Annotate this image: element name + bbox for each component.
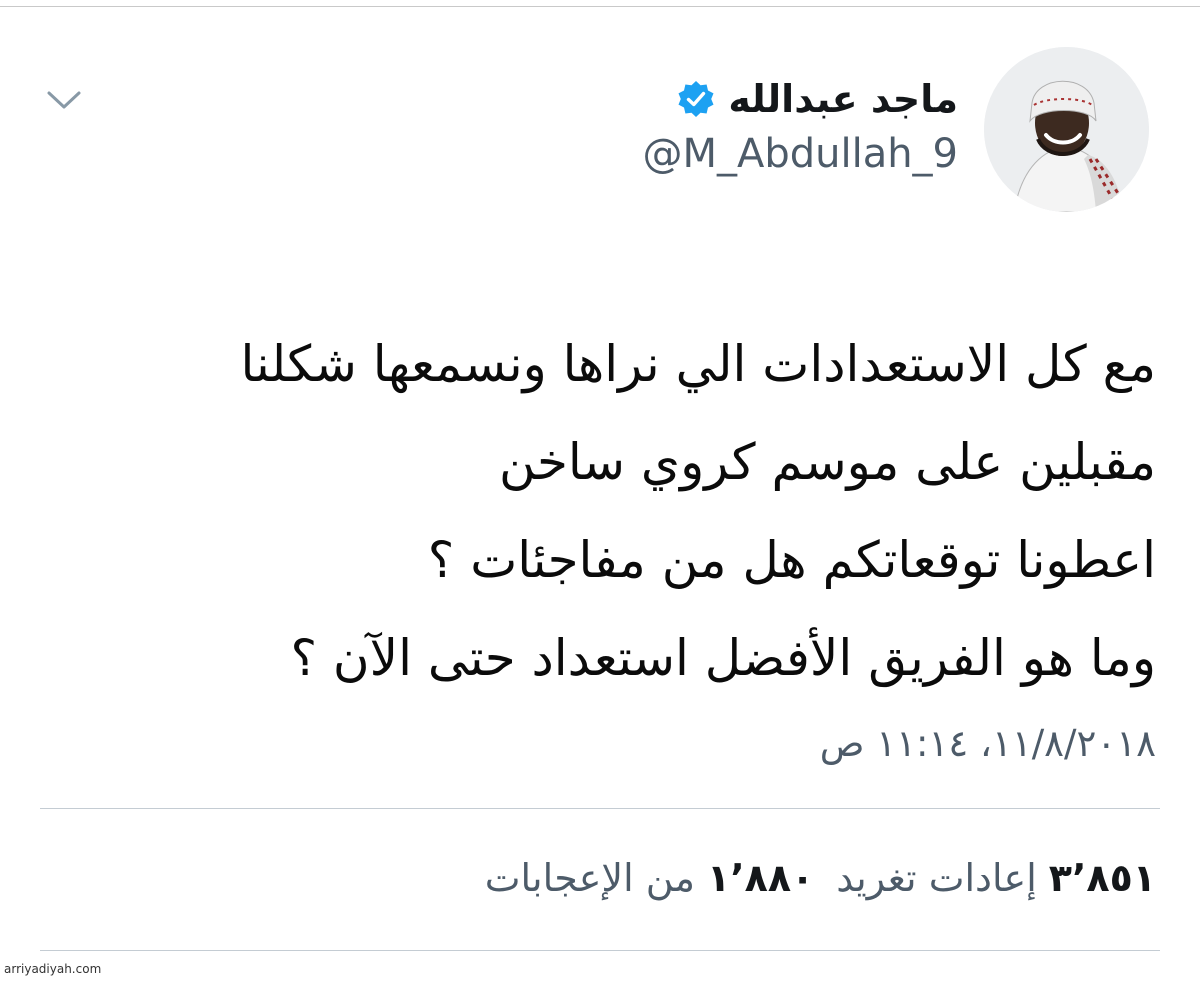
verified-badge-icon [678, 81, 714, 117]
chevron-down-icon[interactable] [46, 88, 82, 112]
likes-label[interactable]: من الإعجابات [485, 856, 695, 900]
name-row: ماجد عبدالله [642, 72, 958, 126]
tweet-line: وما هو الفريق الأفضل استعداد حتى الآن ؟ [290, 629, 1156, 687]
retweets-count[interactable]: ٣٬٨٥١ [1049, 856, 1156, 900]
tweet-line: مقبلين على موسم كروي ساخن [498, 433, 1156, 491]
handle[interactable]: @M_Abdullah_9 [642, 134, 958, 174]
tweet-line: اعطونا توقعاتكم هل من مفاجئات ؟ [427, 531, 1156, 589]
avatar[interactable] [984, 47, 1149, 212]
author-header: ماجد عبدالله @M_Abdullah_9 [642, 72, 958, 174]
avatar-photo [984, 47, 1149, 212]
divider [40, 808, 1160, 809]
top-divider [0, 6, 1200, 7]
tweet-body: مع كل الاستعدادات الي نراها ونسمعها شكلن… [46, 315, 1156, 707]
engagement-stats: ٣٬٨٥١ إعادات تغريد ١٬٨٨٠ من الإعجابات [463, 856, 1156, 900]
source-watermark: arriyadiyah.com [4, 962, 102, 976]
display-name[interactable]: ماجد عبدالله [728, 80, 958, 118]
tweet-timestamp[interactable]: ١١/٨/٢٠١٨، ١١:١٤ ص [820, 722, 1156, 765]
retweets-label[interactable]: إعادات تغريد [836, 856, 1037, 900]
tweet-line: مع كل الاستعدادات الي نراها ونسمعها شكلن… [240, 335, 1156, 393]
divider [40, 950, 1160, 951]
likes-count[interactable]: ١٬٨٨٠ [707, 856, 814, 900]
